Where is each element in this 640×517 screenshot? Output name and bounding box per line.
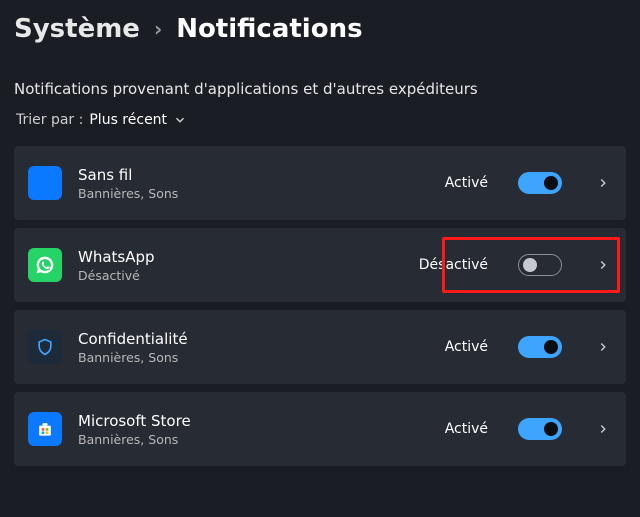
app-row-whatsapp[interactable]: WhatsApp Désactivé Désactivé [14, 228, 626, 302]
app-subtitle: Bannières, Sons [78, 432, 429, 447]
toggle-knob [523, 258, 537, 272]
toggle-knob [544, 422, 558, 436]
section-heading: Notifications provenant d'applications e… [14, 80, 626, 98]
sort-label: Trier par : [16, 112, 83, 128]
app-labels: Microsoft Store Bannières, Sons [78, 412, 429, 447]
sort-dropdown[interactable]: Trier par : Plus récent [14, 112, 626, 128]
breadcrumb: Système › Notifications [14, 14, 626, 44]
app-labels: WhatsApp Désactivé [78, 248, 403, 283]
breadcrumb-separator: › [154, 17, 162, 41]
app-name: WhatsApp [78, 248, 403, 266]
app-status-label: Activé [445, 175, 488, 191]
store-icon [28, 412, 62, 446]
app-status-label: Activé [445, 339, 488, 355]
app-subtitle: Désactivé [78, 268, 403, 283]
app-row-microsoft-store[interactable]: Microsoft Store Bannières, Sons Activé [14, 392, 626, 466]
app-subtitle: Bannières, Sons [78, 186, 429, 201]
toggle-knob [544, 340, 558, 354]
app-subtitle: Bannières, Sons [78, 350, 429, 365]
whatsapp-icon [28, 248, 62, 282]
chevron-right-icon[interactable] [596, 340, 610, 354]
app-labels: Confidentialité Bannières, Sons [78, 330, 429, 365]
sort-value: Plus récent [89, 112, 167, 128]
app-name: Microsoft Store [78, 412, 429, 430]
app-name: Sans fil [78, 166, 429, 184]
shield-icon [28, 330, 62, 364]
app-status-label: Activé [445, 421, 488, 437]
breadcrumb-system[interactable]: Système [14, 14, 140, 44]
app-name: Confidentialité [78, 330, 429, 348]
toggle-knob [544, 176, 558, 190]
app-labels: Sans fil Bannières, Sons [78, 166, 429, 201]
notification-toggle[interactable] [518, 172, 562, 194]
notification-toggle[interactable] [518, 254, 562, 276]
chevron-right-icon[interactable] [596, 422, 610, 436]
chevron-right-icon[interactable] [596, 176, 610, 190]
app-notification-list: Sans fil Bannières, Sons Activé WhatsApp… [14, 146, 626, 466]
chevron-right-icon[interactable] [596, 258, 610, 272]
app-status-label: Désactivé [419, 257, 488, 273]
wifi-icon [28, 166, 62, 200]
chevron-down-icon [173, 113, 187, 127]
app-row-confidentialite[interactable]: Confidentialité Bannières, Sons Activé [14, 310, 626, 384]
notification-toggle[interactable] [518, 336, 562, 358]
app-row-sans-fil[interactable]: Sans fil Bannières, Sons Activé [14, 146, 626, 220]
breadcrumb-current: Notifications [176, 14, 362, 44]
notification-toggle[interactable] [518, 418, 562, 440]
